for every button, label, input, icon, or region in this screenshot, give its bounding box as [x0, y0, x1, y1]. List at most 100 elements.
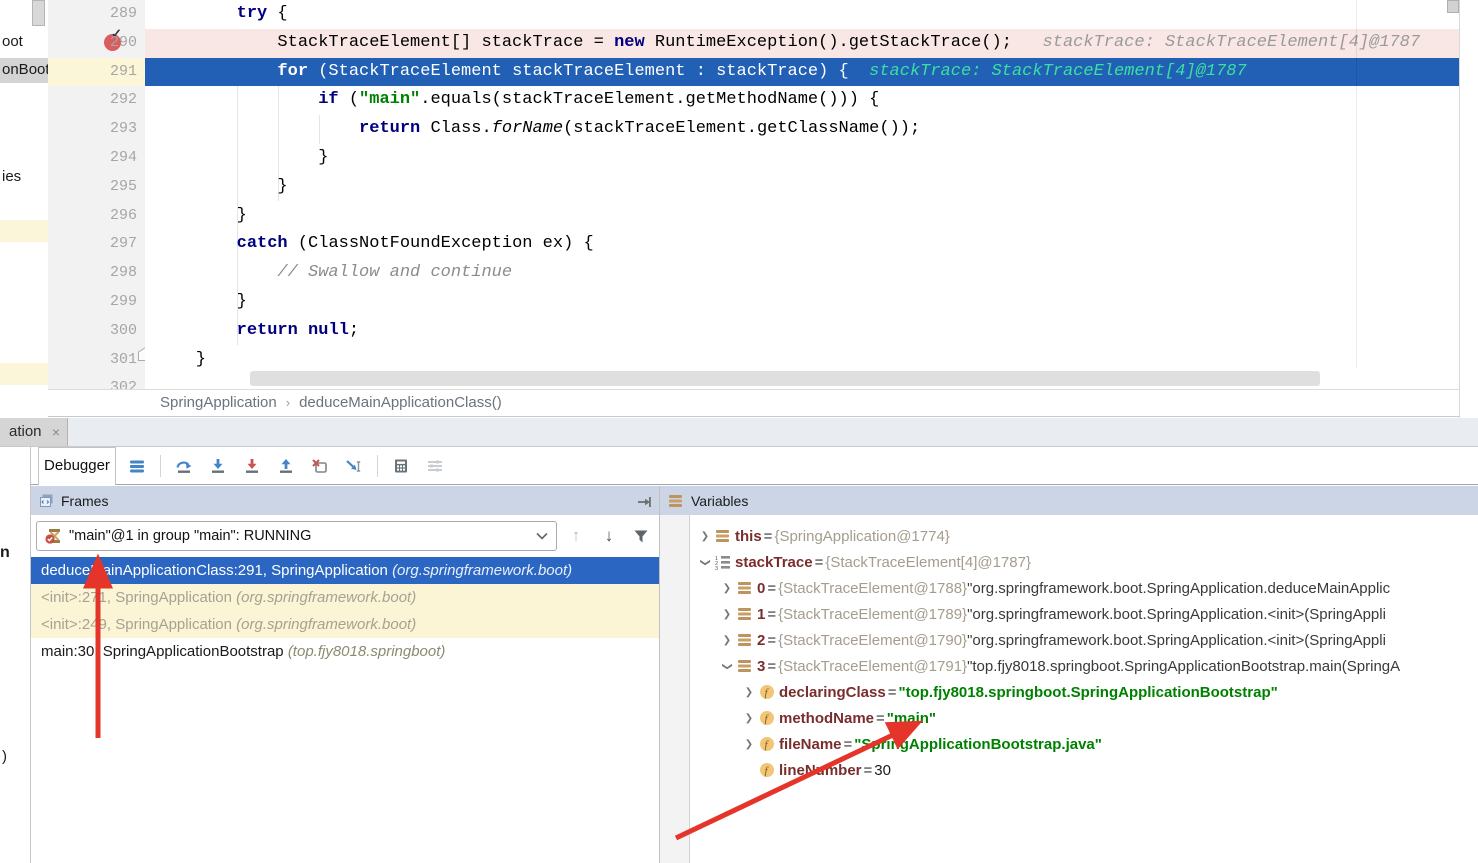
hide-panel-icon[interactable] [637, 495, 651, 511]
ide-window: oot onBoot ies n ) ✓ 2892902912922932942… [0, 0, 1478, 863]
breadcrumb-class[interactable]: SpringApplication [160, 394, 277, 411]
line-number-289[interactable]: 289 [48, 0, 137, 29]
frame-package: (org.springframework.boot) [392, 562, 572, 579]
line-number-296[interactable]: 296 [48, 202, 137, 231]
variable-row-this[interactable]: ❯this = {SpringApplication@1774} [691, 523, 1478, 549]
debug-step-toolbar [123, 451, 449, 481]
frame-location: <init>:271, SpringApplication [41, 589, 236, 606]
line-number-293[interactable]: 293 [48, 115, 137, 144]
frame-row[interactable]: main:30, SpringApplicationBootstrap (top… [31, 638, 659, 665]
variable-string-value: "top.fjy8018.springboot.SpringApplicatio… [898, 684, 1277, 701]
run-config-tab[interactable]: ation × [0, 418, 68, 446]
expand-toggle-icon[interactable]: ❯ [739, 687, 759, 698]
expand-toggle-icon[interactable]: ❯ [700, 552, 711, 572]
force-step-into-icon [243, 458, 261, 474]
expand-toggle-icon[interactable]: ❯ [695, 531, 715, 542]
line-number-292[interactable]: 292 [48, 86, 137, 115]
step-into-button[interactable] [204, 452, 232, 480]
line-number-291[interactable]: 291 [48, 58, 145, 87]
force-step-into-button[interactable] [238, 452, 266, 480]
frame-down-button[interactable]: ↓ [596, 523, 622, 549]
frame-row[interactable]: <init>:271, SpringApplication (org.sprin… [31, 584, 659, 611]
toolwindow-tab-strip: ation × [0, 418, 1478, 447]
variables-pane-header: Variables [660, 486, 1478, 515]
filter-frames-button[interactable] [628, 523, 654, 549]
toolbar-separator [160, 455, 161, 477]
tree-scrollbar-fragment[interactable] [32, 0, 45, 26]
variables-tree: ❯this = {SpringApplication@1774}❯123stac… [691, 515, 1478, 863]
variable-row-fileName[interactable]: ❯ffileName = "SpringApplicationBootstrap… [691, 731, 1478, 757]
variables-pane-title: Variables [691, 493, 748, 509]
expand-toggle-icon[interactable]: ❯ [717, 609, 737, 620]
field-icon: f [759, 736, 779, 752]
line-number-299[interactable]: 299 [48, 288, 137, 317]
line-number-298[interactable]: 298 [48, 259, 137, 288]
thread-selector-dropdown[interactable]: "main"@1 in group "main": RUNNING [36, 521, 557, 551]
run-to-cursor-button[interactable] [340, 452, 368, 480]
step-over-button[interactable] [170, 452, 198, 480]
menu-button[interactable] [123, 452, 151, 480]
variable-row-3[interactable]: ❯3 = {StackTraceElement@1791} "top.fjy80… [691, 653, 1478, 679]
expand-toggle-icon[interactable]: ❯ [739, 739, 759, 750]
object-icon [737, 606, 757, 622]
drop-frame-icon [311, 458, 329, 474]
run-config-tab-label: ation [9, 423, 42, 440]
frames-list: deduceMainApplicationClass:291, SpringAp… [31, 557, 659, 665]
expand-toggle-icon[interactable]: ❯ [717, 583, 737, 594]
debugger-toolbar: Debugger [31, 447, 1478, 485]
variable-name: fileName [779, 736, 842, 753]
evaluate-expression-button[interactable] [387, 452, 415, 480]
field-icon: f [759, 684, 779, 700]
object-icon [737, 632, 757, 648]
code-line-299: } [145, 288, 1459, 317]
code-line-297: catch (ClassNotFoundException ex) { [145, 230, 1459, 259]
line-number-294[interactable]: 294 [48, 144, 137, 173]
variable-row-declaringClass[interactable]: ❯fdeclaringClass = "top.fjy8018.springbo… [691, 679, 1478, 705]
tree-item-fragment[interactable]: n [0, 544, 10, 562]
code-line-292: if ("main".equals(stackTraceElement.getM… [145, 86, 1459, 115]
frame-row[interactable]: deduceMainApplicationClass:291, SpringAp… [31, 557, 659, 584]
code-line-294: } [145, 144, 1459, 173]
expand-toggle-icon[interactable]: ❯ [739, 713, 759, 724]
variable-row-lineNumber[interactable]: flineNumber = 30 [691, 757, 1478, 783]
variable-type-ref: {StackTraceElement@1791} [778, 658, 967, 675]
variable-row-1[interactable]: ❯1 = {StackTraceElement@1789} "org.sprin… [691, 601, 1478, 627]
line-number-295[interactable]: 295 [48, 173, 137, 202]
line-number-290[interactable]: 290 [48, 29, 137, 58]
close-icon[interactable]: × [52, 418, 60, 446]
frame-row[interactable]: <init>:249, SpringApplication (org.sprin… [31, 611, 659, 638]
code-editor[interactable]: try { StackTraceElement[] stackTrace = n… [145, 0, 1459, 390]
line-number-297[interactable]: 297 [48, 230, 137, 259]
expand-toggle-icon[interactable]: ❯ [722, 656, 733, 676]
line-number-300[interactable]: 300 [48, 317, 137, 346]
run-to-cursor-icon [345, 458, 363, 474]
vertical-scrollbar-thumb[interactable] [1447, 0, 1459, 13]
variable-row-0[interactable]: ❯0 = {StackTraceElement@1788} "org.sprin… [691, 575, 1478, 601]
variable-name: stackTrace [735, 554, 813, 571]
horizontal-scrollbar[interactable] [250, 371, 1320, 386]
layout-settings-button[interactable] [421, 452, 449, 480]
drop-frame-button[interactable] [306, 452, 334, 480]
editor-gutter[interactable]: ✓ 28929029129229329429529629729829930030… [48, 0, 146, 390]
variable-row-stackTrace[interactable]: ❯123stackTrace = {StackTraceElement[4]@1… [691, 549, 1478, 575]
tree-highlight-row [0, 220, 48, 242]
tree-item-fragment[interactable]: oot [2, 33, 23, 50]
breadcrumb-method[interactable]: deduceMainApplicationClass() [299, 394, 502, 411]
variable-string-value: "main" [887, 710, 936, 727]
variable-row-methodName[interactable]: ❯fmethodName = "main" [691, 705, 1478, 731]
step-out-button[interactable] [272, 452, 300, 480]
expand-toggle-icon[interactable]: ❯ [717, 635, 737, 646]
tab-debugger[interactable]: Debugger [38, 447, 116, 485]
tree-item-selected-fragment[interactable]: onBoot [0, 58, 48, 83]
chevron-down-icon [536, 532, 548, 540]
line-number-301[interactable]: 301 [48, 346, 137, 375]
step-out-icon [277, 458, 295, 474]
menu-icon [128, 458, 146, 474]
tree-item-fragment[interactable]: ) [2, 748, 7, 765]
editor-right-border [1459, 0, 1460, 418]
frame-location: main:30, SpringApplicationBootstrap [41, 643, 288, 660]
frame-up-button[interactable]: ↑ [563, 523, 589, 549]
step-into-icon [209, 458, 227, 474]
tree-item-fragment[interactable]: ies [2, 168, 21, 185]
variable-row-2[interactable]: ❯2 = {StackTraceElement@1790} "org.sprin… [691, 627, 1478, 653]
